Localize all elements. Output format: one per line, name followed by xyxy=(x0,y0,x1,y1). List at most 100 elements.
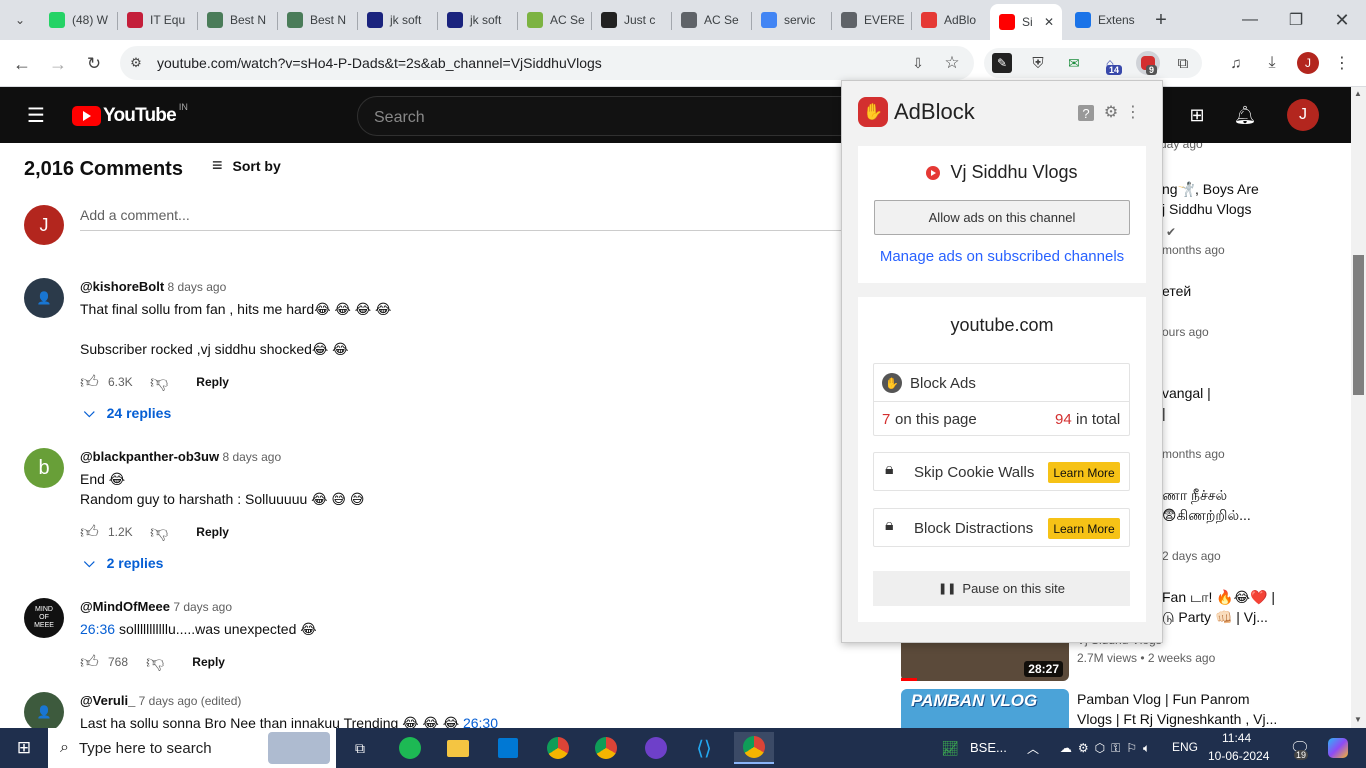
allow-ads-button[interactable]: Allow ads on this channel xyxy=(874,200,1130,235)
stock-label[interactable]: BSE... xyxy=(970,740,1007,755)
hamburger-menu-icon[interactable]: ☰ xyxy=(24,103,48,127)
browser-tab[interactable]: servic xyxy=(752,6,830,34)
dislike-icon[interactable]: 👎︎ xyxy=(150,371,168,393)
comment-author[interactable]: @Veruli_ xyxy=(80,693,135,708)
reply-button[interactable]: Reply xyxy=(192,655,225,669)
install-app-icon[interactable]: ⇩ xyxy=(908,53,928,73)
suggestion-title[interactable]: Vlogs | Ft Rj Vigneshkanth , Vj... xyxy=(1077,709,1277,728)
like-icon[interactable]: 👍︎ xyxy=(80,521,100,543)
browser-tab[interactable]: AdBlo xyxy=(912,6,988,34)
browser-tab[interactable]: IT Equ xyxy=(118,6,196,34)
restore-icon[interactable]: ❐ xyxy=(1284,8,1308,32)
like-icon[interactable]: 👍︎ xyxy=(80,371,100,393)
extensions-puzzle-icon[interactable]: ⧉ xyxy=(1172,53,1194,73)
timestamp-link[interactable]: 26:36 xyxy=(80,621,115,637)
suggestion-title[interactable]: етей xyxy=(1162,281,1191,301)
reload-icon[interactable]: ↻ xyxy=(82,52,106,76)
more-options-icon[interactable]: ⋮ xyxy=(1125,103,1141,121)
browser-tab[interactable]: jk soft xyxy=(438,6,516,34)
vscode-icon[interactable]: ⟨⟩ xyxy=(684,732,724,764)
settings-gear-icon[interactable]: ⚙ xyxy=(1102,103,1120,121)
add-comment-input[interactable]: Add a comment... xyxy=(80,207,860,231)
comment-author[interactable]: @MindOfMeee xyxy=(80,599,170,614)
view-replies-button[interactable]: ⌵ 24 replies xyxy=(84,404,171,421)
view-replies-button[interactable]: ⌵ 2 replies xyxy=(84,554,163,571)
youtube-account-avatar[interactable]: J xyxy=(1287,99,1319,131)
browser-tab[interactable]: EVERE xyxy=(832,6,910,34)
browser-tab[interactable]: Just c xyxy=(592,6,670,34)
suggestion-title[interactable]: ணா நீச்சல் xyxy=(1162,485,1227,505)
scrollbar-thumb[interactable] xyxy=(1353,255,1364,395)
suggestion-title[interactable]: 😨கிணற்றில்... xyxy=(1162,505,1251,525)
comment-time[interactable]: 8 days ago xyxy=(222,450,281,464)
suggestion-title[interactable]: j Siddhu Vlogs xyxy=(1162,199,1252,219)
tray-icons[interactable]: ☁⚙⬡⚿⚐🔈︎ xyxy=(1048,732,1168,764)
back-icon[interactable]: ← xyxy=(10,52,34,76)
downloads-icon[interactable]: ⤓ xyxy=(1261,53,1283,73)
clock-date[interactable]: 10-06-2024 xyxy=(1208,749,1269,763)
profile-avatar[interactable]: J xyxy=(1297,52,1319,74)
github-desktop-icon[interactable] xyxy=(636,732,676,764)
bookmark-star-icon[interactable]: ☆ xyxy=(942,53,962,73)
file-explorer-icon[interactable] xyxy=(438,732,478,764)
chrome-active-icon[interactable] xyxy=(734,732,774,764)
spotify-icon[interactable] xyxy=(390,732,430,764)
close-tab-icon[interactable]: ✕ xyxy=(1044,15,1054,29)
chrome-icon[interactable] xyxy=(586,732,626,764)
browser-tab[interactable]: (48) W xyxy=(40,6,116,34)
comment-time[interactable]: 7 days ago xyxy=(173,600,232,614)
scroll-up-icon[interactable]: ▲ xyxy=(1354,89,1362,98)
suggestion-title[interactable]: vangal | xyxy=(1162,383,1211,403)
dislike-icon[interactable]: 👎︎ xyxy=(150,521,168,543)
media-control-icon[interactable]: ♫ xyxy=(1225,53,1247,73)
tab-search-icon[interactable]: ⌄ xyxy=(10,10,30,30)
suggestion-title[interactable]: Fan டா! 🔥😂❤️ | xyxy=(1162,587,1275,607)
reply-button[interactable]: Reply xyxy=(196,375,229,389)
notifications-bell-icon[interactable]: 🔔︎ xyxy=(1233,103,1257,127)
learn-more-button[interactable]: Learn More xyxy=(1048,462,1120,483)
page-scrollbar[interactable]: ▲ ▼ xyxy=(1351,87,1366,728)
address-bar[interactable]: ⚙ youtube.com/watch?v=sHo4-P-Dads&t=2s&a… xyxy=(120,46,974,80)
chrome-menu-icon[interactable]: ⋮ xyxy=(1334,53,1350,73)
comment-author[interactable]: @blackpanther-ob3uw xyxy=(80,449,219,464)
clock-time[interactable]: 11:44 xyxy=(1222,731,1251,745)
browser-tab[interactable]: AC Se xyxy=(518,6,590,34)
pause-button[interactable]: ❚❚ Pause on this site xyxy=(873,571,1130,606)
reply-button[interactable]: Reply xyxy=(196,525,229,539)
minimize-icon[interactable]: — xyxy=(1238,8,1262,32)
suggestion-title[interactable]: ng🤺, Boys Are xyxy=(1162,179,1259,199)
show-hidden-icons[interactable]: ︿ xyxy=(1018,732,1048,764)
browser-tab[interactable]: AC Se xyxy=(672,6,750,34)
browser-tab[interactable]: Best N xyxy=(198,6,276,34)
browser-tab[interactable]: Best N xyxy=(278,6,356,34)
copilot-icon[interactable] xyxy=(1318,732,1358,764)
scroll-down-icon[interactable]: ▼ xyxy=(1354,715,1362,724)
browser-tab[interactable]: jk soft xyxy=(358,6,436,34)
comment-author[interactable]: @kishoreBolt xyxy=(80,279,164,294)
close-window-icon[interactable]: ✕ xyxy=(1330,8,1354,32)
windows-start-icon[interactable]: ⊞ xyxy=(4,732,44,764)
pen-extension-icon[interactable]: ✎ xyxy=(992,53,1012,73)
comment-time[interactable]: 8 days ago xyxy=(168,280,227,294)
timestamp-link[interactable]: 26:30 xyxy=(463,715,498,728)
site-info-icon[interactable]: ⚙ xyxy=(126,53,146,73)
manage-subscribed-link[interactable]: Manage ads on subscribed channels xyxy=(858,248,1146,265)
taskbar-search-box[interactable]: ⌕ Type here to search xyxy=(48,728,336,768)
browser-tab[interactable]: Extens xyxy=(1066,6,1142,34)
task-view-icon[interactable]: ⧉ xyxy=(340,732,380,764)
chrome-profile-icon[interactable] xyxy=(538,732,578,764)
block-distractions-row[interactable]: 🔒︎ Block Distractions Learn More xyxy=(873,508,1130,547)
green-extension-icon[interactable]: ✉ xyxy=(1064,53,1084,73)
microsoft-store-icon[interactable] xyxy=(488,732,528,764)
comment-time[interactable]: 7 days ago (edited) xyxy=(139,694,242,708)
shield-extension-icon[interactable]: ⛨ xyxy=(1028,53,1048,73)
suggestion-title[interactable]: Pamban Vlog | Fun Panrom xyxy=(1077,689,1250,709)
learn-more-button[interactable]: Learn More xyxy=(1048,518,1120,539)
language-indicator[interactable]: ENG xyxy=(1172,740,1198,754)
suggestion-title[interactable]: டு Party 👊🏻 | Vj... xyxy=(1162,607,1268,627)
skip-cookie-walls-row[interactable]: 🔒︎ Skip Cookie Walls Learn More xyxy=(873,452,1130,491)
sort-by-button[interactable]: ≡ Sort by xyxy=(212,155,281,176)
youtube-logo[interactable]: YouTube IN xyxy=(72,102,188,127)
new-tab-icon[interactable]: + xyxy=(1150,8,1172,32)
forward-icon[interactable]: → xyxy=(46,52,70,76)
